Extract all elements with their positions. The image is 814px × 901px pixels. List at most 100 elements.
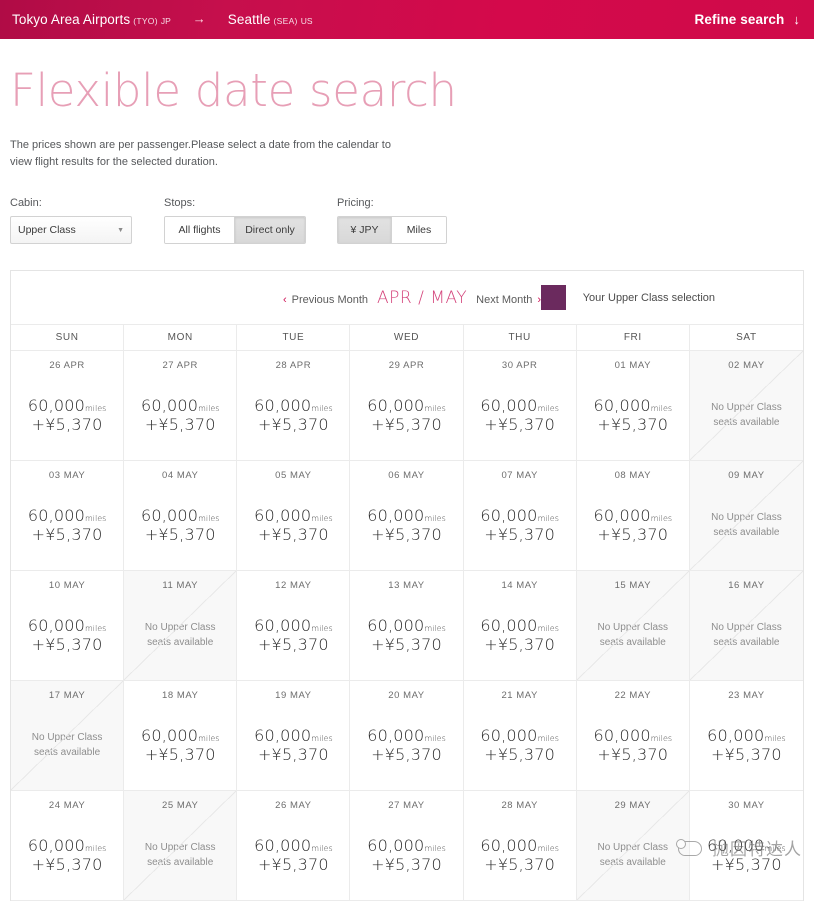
calendar-day-cell[interactable]: 18 MAY 60,000miles +¥5,370 bbox=[124, 681, 238, 791]
calendar-weeks: 26 APR 60,000miles +¥5,370 27 APR 60,000mile… bbox=[11, 351, 803, 901]
stops-toggle-group: All flights Direct only bbox=[164, 216, 306, 245]
calendar-day-cell[interactable]: 30 APR 60,000miles +¥5,370 bbox=[463, 351, 577, 461]
calendar-day-date: 10 MAY bbox=[48, 580, 86, 592]
calendar-day-date: 28 MAY bbox=[501, 800, 538, 812]
calendar-day-miles-value: 60,000 bbox=[254, 836, 312, 856]
calendar-day-cell[interactable]: 08 MAY 60,000miles +¥5,370 bbox=[576, 461, 690, 571]
stops-option-all-flights[interactable]: All flights bbox=[165, 217, 235, 244]
day-header-tue: TUE bbox=[237, 325, 351, 351]
cabin-select[interactable]: Upper Class ▼ bbox=[10, 216, 132, 245]
calendar-day-miles-value: 60,000 bbox=[707, 726, 765, 746]
calendar-day-cash: +¥5,370 bbox=[257, 744, 329, 764]
calendar-day-miles-unit: miles bbox=[85, 844, 107, 854]
calendar-day-cash: +¥5,370 bbox=[144, 744, 216, 764]
unavailable-line-2: seats available bbox=[713, 416, 780, 428]
calendar-day-cash: +¥5,370 bbox=[484, 744, 556, 764]
pricing-option-jpy[interactable]: ¥ JPY bbox=[338, 217, 392, 244]
calendar-day-cell[interactable]: 05 MAY 60,000miles +¥5,370 bbox=[237, 461, 351, 571]
calendar-day-cell[interactable]: 26 MAY 60,000miles +¥5,370 bbox=[237, 791, 351, 901]
calendar-day-price: 60,000miles +¥5,370 bbox=[577, 506, 689, 545]
destination-country-label: US bbox=[300, 16, 313, 26]
stops-filter-label: Stops: bbox=[164, 197, 196, 210]
calendar-day-cell[interactable]: 20 MAY 60,000miles +¥5,370 bbox=[350, 681, 464, 791]
calendar-day-miles-unit: miles bbox=[85, 624, 107, 634]
calendar-day-date: 30 APR bbox=[501, 360, 538, 372]
calendar-day-cash: +¥5,370 bbox=[144, 524, 216, 544]
calendar-week-row: 17 MAY No Upper Class seats available 18 MA… bbox=[11, 681, 803, 792]
day-header-sat: SAT bbox=[736, 332, 757, 344]
calendar-day-cell[interactable]: 27 APR 60,000miles +¥5,370 bbox=[124, 351, 238, 461]
route-header-bar: Tokyo Area Airports (TYO) JP → Seattle (… bbox=[0, 0, 814, 39]
calendar-day-cash: +¥5,370 bbox=[484, 524, 556, 544]
calendar-day-miles-value: 60,000 bbox=[254, 616, 312, 636]
calendar-day-miles-unit: miles bbox=[311, 734, 333, 744]
calendar-day-cell[interactable]: 03 MAY 60,000miles +¥5,370 bbox=[11, 461, 125, 571]
stops-option-direct-only[interactable]: Direct only bbox=[235, 217, 305, 244]
calendar-day-cell[interactable]: 01 MAY 60,000miles +¥5,370 bbox=[576, 351, 690, 461]
flexible-date-calendar: ‹ Previous Month APR / MAY Next Month › … bbox=[10, 270, 804, 901]
day-header-sun: SUN bbox=[11, 325, 125, 351]
calendar-day-miles-value: 60,000 bbox=[367, 616, 425, 636]
refine-search-button[interactable]: Refine search ↓ bbox=[695, 12, 800, 27]
destination-airport[interactable]: Seattle (SEA) US bbox=[228, 12, 313, 27]
calendar-day-miles-unit: miles bbox=[198, 404, 220, 414]
calendar-day-cell[interactable]: 07 MAY 60,000miles +¥5,370 bbox=[463, 461, 577, 571]
calendar-day-cash: +¥5,370 bbox=[597, 744, 669, 764]
day-header-fri: FRI bbox=[577, 325, 690, 351]
calendar-day-cell[interactable]: 23 MAY 60,000miles +¥5,370 bbox=[689, 681, 803, 791]
chevron-left-icon[interactable]: ‹ bbox=[283, 294, 287, 306]
calendar-day-cell[interactable]: 28 APR 60,000miles +¥5,370 bbox=[237, 351, 351, 461]
day-header-mon: MON bbox=[124, 325, 238, 351]
calendar-day-cell[interactable]: 24 MAY 60,000miles +¥5,370 bbox=[11, 791, 125, 901]
calendar-day-date: 03 MAY bbox=[48, 470, 86, 482]
cabin-select-value: Upper Class bbox=[18, 224, 76, 237]
previous-month-button[interactable]: Previous Month bbox=[292, 294, 368, 306]
pricing-option-miles[interactable]: Miles bbox=[392, 217, 446, 244]
next-month-button[interactable]: Next Month bbox=[476, 294, 532, 306]
unavailable-line-1: No Upper Class bbox=[144, 842, 216, 854]
calendar-day-cell[interactable]: 29 APR 60,000miles +¥5,370 bbox=[350, 351, 464, 461]
calendar-day-miles: 60,000miles bbox=[464, 506, 576, 526]
calendar-day-price: 60,000miles +¥5,370 bbox=[124, 726, 236, 765]
calendar-day-miles-unit: miles bbox=[764, 844, 786, 854]
calendar-day-cell[interactable]: 28 MAY 60,000miles +¥5,370 bbox=[463, 791, 577, 901]
filter-bar: Cabin: Upper Class ▼ Stops: All flights … bbox=[10, 197, 814, 245]
calendar-day-cell[interactable]: 26 APR 60,000miles +¥5,370 bbox=[11, 351, 125, 461]
calendar-day-cell[interactable]: 12 MAY 60,000miles +¥5,370 bbox=[237, 571, 351, 681]
calendar-legend: Your Upper Class selection bbox=[540, 285, 715, 311]
calendar-day-price: 60,000miles +¥5,370 bbox=[237, 396, 349, 435]
calendar-day-date: 25 MAY bbox=[162, 800, 199, 812]
day-header-wed: WED bbox=[350, 325, 464, 351]
page-description: The prices shown are per passenger.Pleas… bbox=[10, 139, 391, 169]
calendar-day-unavailable-text: No Upper Class seats available bbox=[124, 621, 236, 650]
calendar-day-miles: 60,000miles bbox=[11, 836, 123, 856]
pricing-toggle-group: ¥ JPY Miles bbox=[337, 216, 447, 245]
calendar-day-miles-unit: miles bbox=[424, 624, 446, 634]
origin-airport[interactable]: Tokyo Area Airports (TYO) JP bbox=[12, 12, 171, 27]
calendar-day-cell[interactable]: 27 MAY 60,000miles +¥5,370 bbox=[350, 791, 464, 901]
calendar-day-miles-value: 60,000 bbox=[254, 396, 312, 416]
calendar-day-miles-value: 60,000 bbox=[140, 726, 199, 746]
calendar-day-price: 60,000miles +¥5,370 bbox=[11, 836, 123, 875]
calendar-day-cell[interactable]: 14 MAY 60,000miles +¥5,370 bbox=[463, 571, 577, 681]
calendar-day-cell[interactable]: 22 MAY 60,000miles +¥5,370 bbox=[576, 681, 690, 791]
calendar-day-miles: 60,000miles bbox=[350, 396, 462, 416]
calendar-day-miles: 60,000miles bbox=[577, 726, 689, 746]
calendar-day-miles-value: 60,000 bbox=[27, 616, 85, 636]
calendar-day-miles-value: 60,000 bbox=[254, 506, 312, 526]
calendar-day-miles: 60,000miles bbox=[237, 616, 349, 636]
unavailable-line-1: No Upper Class bbox=[144, 622, 216, 634]
calendar-day-cell[interactable]: 21 MAY 60,000miles +¥5,370 bbox=[463, 681, 577, 791]
calendar-day-price: 60,000miles +¥5,370 bbox=[350, 726, 462, 765]
calendar-day-cell[interactable]: 06 MAY 60,000miles +¥5,370 bbox=[350, 461, 464, 571]
unavailable-line-2: seats available bbox=[599, 856, 666, 868]
calendar-day-cell[interactable]: 10 MAY 60,000miles +¥5,370 bbox=[11, 571, 125, 681]
calendar-day-miles-unit: miles bbox=[537, 844, 559, 854]
unavailable-line-1: No Upper Class bbox=[711, 512, 782, 524]
calendar-day-cell[interactable]: 04 MAY 60,000miles +¥5,370 bbox=[124, 461, 238, 571]
calendar-day-cell-unavailable: 09 MAY No Upper Class seats available bbox=[689, 461, 803, 571]
calendar-day-cell[interactable]: 13 MAY 60,000miles +¥5,370 bbox=[350, 571, 464, 681]
calendar-day-cell[interactable]: 19 MAY 60,000miles +¥5,370 bbox=[237, 681, 351, 791]
calendar-day-cell[interactable]: 30 MAY 60,000miles +¥5,370 bbox=[689, 791, 803, 901]
calendar-day-cash: +¥5,370 bbox=[711, 854, 782, 874]
